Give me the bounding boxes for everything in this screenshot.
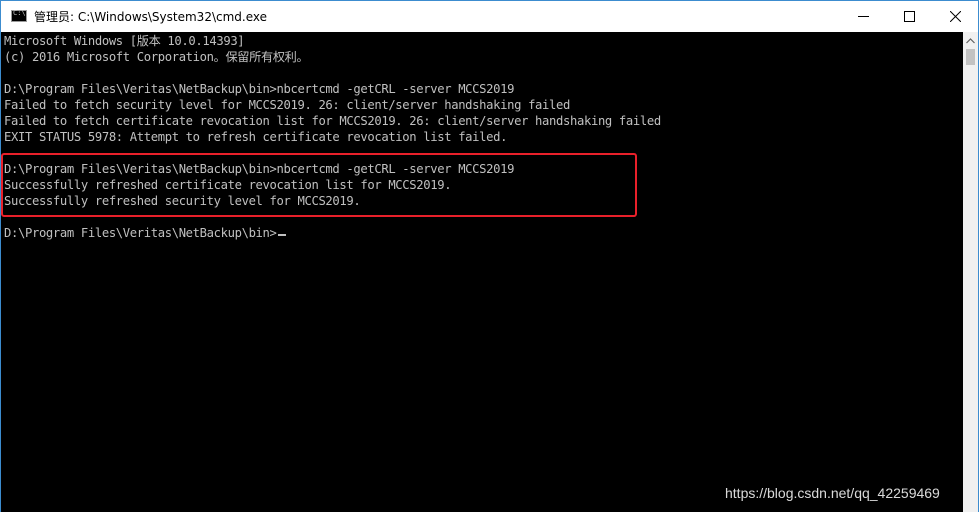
vertical-scrollbar[interactable] [963,32,978,512]
cmd-console-icon[interactable] [11,9,27,22]
console-line: Failed to fetch certificate revocation l… [4,114,661,128]
scroll-up-button[interactable] [963,32,978,49]
highlight-box [1,153,637,217]
scroll-up-arrow-icon [966,37,975,43]
console-line: D:\Program Files\Veritas\NetBackup\bin>n… [4,82,515,96]
minimize-icon [857,16,869,17]
minimize-button[interactable] [840,1,886,32]
console-line: Failed to fetch security level for MCCS2… [4,98,570,112]
maximize-icon [903,11,915,22]
title-bar[interactable]: 管理员: C:\Windows\System32\cmd.exe [1,1,978,32]
console-line: EXIT STATUS 5978: Attempt to refresh cer… [4,130,508,144]
console-output[interactable]: Microsoft Windows [版本 10.0.14393] (c) 20… [1,32,963,512]
maximize-button[interactable] [886,1,932,32]
console-prompt-line[interactable]: D:\Program Files\Veritas\NetBackup\bin> [4,225,286,241]
close-icon [949,11,961,22]
text-cursor [277,234,286,236]
scrollbar-thumb[interactable] [966,49,975,65]
window-title: 管理员: C:\Windows\System32\cmd.exe [34,10,267,24]
console-line: (c) 2016 Microsoft Corporation。保留所有权利。 [4,50,309,64]
close-button[interactable] [932,1,978,32]
console-prompt: D:\Program Files\Veritas\NetBackup\bin> [4,226,277,240]
console-line: Microsoft Windows [版本 10.0.14393] [4,34,245,48]
watermark-text: https://blog.csdn.net/qq_42259469 [725,485,940,501]
cmd-window: 管理员: C:\Windows\System32\cmd.exe Microso… [0,0,979,512]
